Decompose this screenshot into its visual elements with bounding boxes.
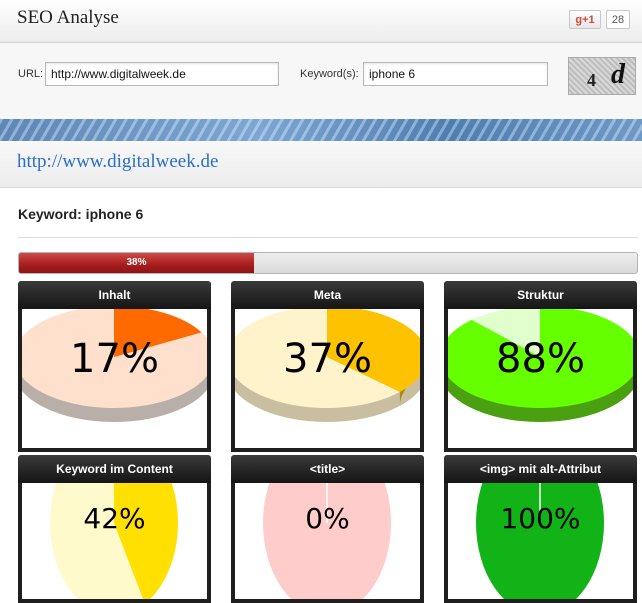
card-body: 42% (18, 483, 211, 603)
url-input[interactable] (45, 62, 279, 86)
card-title: Inhalt (18, 281, 211, 309)
pie-chart (263, 483, 391, 599)
google-plus-count: 28 (606, 10, 630, 29)
card-body: 37% (231, 309, 424, 452)
divider (18, 237, 638, 238)
card-title-tag: <title> 0% (231, 455, 424, 603)
card-title: Meta (231, 281, 424, 309)
decorative-stripe (0, 119, 642, 141)
google-plus-button[interactable]: g+1 (569, 10, 601, 29)
captcha-image: 4 d (568, 57, 636, 95)
card-percent: 100% (500, 502, 581, 535)
search-form: URL: Keyword(s): 4 d (0, 43, 642, 119)
header-bar: SEO Analyse g+1 28 (0, 0, 642, 43)
card-struktur: Struktur 88% (444, 281, 637, 452)
card-title: <title> (231, 455, 424, 483)
card-title: Keyword im Content (18, 455, 211, 483)
card-body: 88% (444, 309, 637, 452)
card-img-alt: <img> mit alt-Attribut 100% (444, 455, 637, 603)
keyword-label: Keyword(s): (300, 68, 359, 80)
card-percent: 0% (305, 502, 350, 535)
captcha-char-2: d (611, 59, 625, 90)
card-body: 100% (444, 483, 637, 603)
card-title: <img> mit alt-Attribut (444, 455, 637, 483)
url-label: URL: (18, 68, 44, 80)
card-percent: 42% (83, 502, 146, 535)
overall-score-progress: 38% (18, 252, 638, 274)
card-percent: 17% (70, 336, 159, 382)
card-meta: Meta 37% (231, 281, 424, 452)
card-keyword-im-content: Keyword im Content 42% (18, 455, 211, 603)
card-title: Struktur (444, 281, 637, 309)
keyword-input[interactable] (363, 62, 548, 86)
card-body: 17% (18, 309, 211, 452)
card-percent: 88% (496, 336, 585, 382)
captcha-char-1: 4 (587, 70, 596, 90)
card-percent: 37% (283, 336, 372, 382)
keyword-heading: Keyword: iphone 6 (18, 206, 144, 222)
card-inhalt: Inhalt 17% (18, 281, 211, 452)
card-body: 0% (231, 483, 424, 603)
pie-chart (50, 483, 178, 599)
progress-label: 38% (126, 257, 147, 268)
result-url-link[interactable]: http://www.digitalweek.de (17, 151, 218, 173)
app-title: SEO Analyse (17, 7, 119, 28)
pie-chart (476, 483, 604, 599)
